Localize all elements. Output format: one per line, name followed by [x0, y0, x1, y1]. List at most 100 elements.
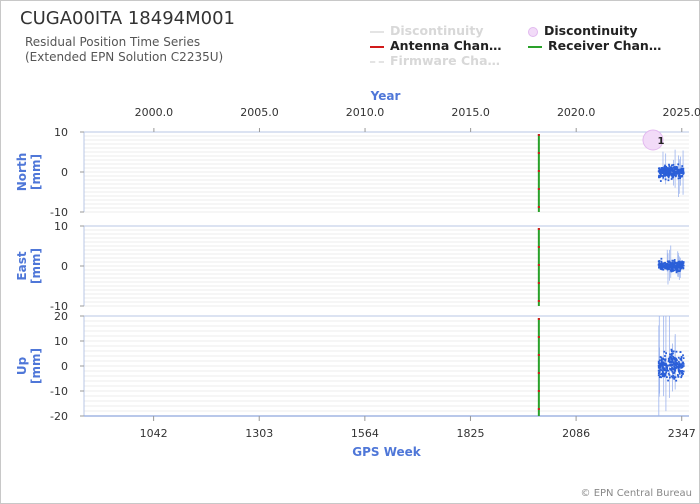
data-point — [678, 372, 681, 375]
y-tick-label: -20 — [50, 410, 68, 423]
data-point — [659, 368, 662, 371]
data-point — [673, 357, 676, 359]
year-tick-label: 2025.0 — [663, 106, 700, 119]
y-axis-label-unit: [mm] — [29, 154, 43, 190]
data-point — [672, 262, 674, 265]
data-point — [675, 361, 678, 364]
residual-time-series-chart: -10010North[mm]1-10010East[mm]-20-100102… — [15, 89, 700, 459]
bottom-axis-title: GPS Week — [352, 445, 422, 459]
data-point — [664, 178, 667, 181]
data-point — [658, 265, 660, 268]
y-axis-label: North[mm] — [15, 153, 43, 191]
data-point — [663, 362, 665, 365]
data-point — [677, 263, 680, 266]
data-point — [667, 175, 670, 178]
data-point — [673, 371, 676, 374]
data-point — [660, 260, 663, 263]
data-point — [663, 350, 666, 353]
data-point — [678, 169, 681, 171]
data-point — [670, 266, 673, 269]
data-point — [671, 259, 674, 262]
data-point — [674, 262, 677, 264]
data-point — [664, 359, 667, 362]
data-point — [682, 354, 684, 357]
data-point — [666, 364, 669, 367]
data-point — [657, 364, 660, 367]
data-point — [660, 376, 663, 379]
gps-week-tick-label: 1303 — [245, 427, 273, 440]
data-point — [677, 171, 680, 174]
data-point — [658, 167, 661, 170]
data-point — [663, 174, 666, 176]
year-tick-label: 2020.0 — [557, 106, 596, 119]
gps-week-tick-label: 2086 — [562, 427, 590, 440]
data-point — [674, 264, 677, 267]
top-axis-title: Year — [370, 89, 401, 103]
y-axis-label-name: North — [15, 153, 29, 191]
data-point — [668, 364, 671, 367]
data-point — [677, 174, 680, 177]
data-point — [665, 363, 668, 366]
panel-north: -10 0 10 North[mm] 1 — [15, 126, 689, 219]
data-point — [662, 268, 665, 271]
data-point — [677, 163, 680, 166]
data-point — [672, 266, 675, 269]
data-point — [677, 170, 679, 172]
data-point — [658, 176, 661, 179]
y-axis-label-name: East — [15, 251, 29, 280]
data-point — [659, 356, 662, 358]
data-point — [658, 362, 661, 365]
data-point — [674, 172, 677, 174]
data-point — [669, 262, 672, 265]
data-point — [677, 364, 680, 366]
data-point — [673, 377, 676, 380]
data-point — [670, 353, 673, 356]
data-point — [666, 260, 669, 263]
data-point — [675, 379, 678, 382]
data-point — [664, 266, 666, 269]
data-point — [657, 263, 660, 266]
data-point — [680, 167, 683, 170]
data-point — [671, 358, 673, 361]
year-tick-label: 2005.0 — [240, 106, 279, 119]
data-point — [668, 358, 671, 360]
data-point — [666, 262, 669, 265]
y-axis-label: East[mm] — [15, 248, 43, 284]
data-point — [664, 355, 666, 357]
data-point — [668, 163, 670, 166]
data-point — [659, 267, 662, 270]
data-point — [680, 355, 683, 358]
data-point — [665, 174, 668, 177]
data-point — [677, 369, 680, 371]
data-point — [675, 266, 677, 268]
data-point — [662, 264, 665, 267]
data-point — [673, 169, 675, 171]
data-point — [671, 169, 674, 171]
data-point — [680, 357, 683, 360]
y-tick-label: 0 — [61, 360, 68, 373]
data-point — [666, 264, 669, 267]
data-point — [660, 364, 663, 367]
data-point — [676, 267, 679, 270]
y-tick-label: 10 — [54, 220, 68, 233]
data-point — [679, 351, 682, 354]
data-point — [669, 367, 671, 370]
data-point — [679, 175, 682, 177]
data-point — [669, 173, 672, 176]
data-point — [665, 352, 667, 355]
data-point — [681, 165, 684, 167]
data-point — [668, 376, 671, 379]
data-point — [671, 364, 674, 367]
data-point — [669, 170, 672, 173]
data-point — [673, 259, 675, 262]
data-point — [675, 350, 678, 353]
data-point — [671, 366, 673, 369]
y-tick-label: 10 — [54, 335, 68, 348]
data-point — [677, 177, 680, 180]
data-point — [665, 172, 668, 175]
data-point — [664, 261, 667, 264]
data-point — [665, 376, 668, 379]
discontinuity-label: 1 — [657, 136, 664, 147]
data-point — [668, 360, 671, 362]
y-tick-label: 10 — [54, 126, 68, 139]
